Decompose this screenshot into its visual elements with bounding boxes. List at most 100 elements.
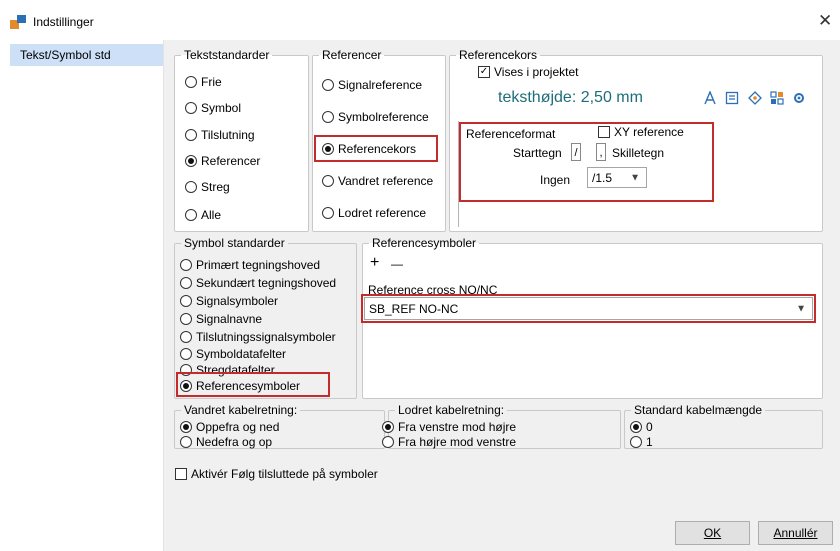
radio-label: Fra venstre mod højre <box>398 420 517 434</box>
app-icon <box>10 15 26 29</box>
radio-icon <box>185 129 197 141</box>
radio-icon <box>180 436 192 448</box>
radio-icon <box>180 313 192 325</box>
skilletegn-input[interactable]: , <box>596 143 606 161</box>
radio-label: Streg <box>201 180 230 194</box>
radio-icon <box>185 209 197 221</box>
checkmark-icon: ✓ <box>478 66 490 78</box>
highlight-box <box>176 372 330 397</box>
radio-icon <box>180 348 192 360</box>
starttegn-input[interactable]: / <box>571 143 581 161</box>
radio-label: Alle <box>201 208 222 222</box>
reference-format-select[interactable]: /1.5 ▼ <box>587 167 647 188</box>
radio-label: Primært tegningshoved <box>196 258 321 272</box>
radio-symbolreference[interactable]: Symbolreference <box>322 110 429 124</box>
radio-kabelmaengde-0[interactable]: 0 <box>630 420 653 434</box>
close-icon[interactable]: ✕ <box>818 11 832 31</box>
vises-checkbox[interactable]: ✓ Vises i projektet <box>478 65 579 79</box>
radio-streg[interactable]: Streg <box>185 180 230 194</box>
highlight-box <box>361 294 816 323</box>
radio-label: Tilslutning <box>201 128 255 142</box>
radio-icon <box>630 421 642 433</box>
radio-label: Signalnavne <box>196 312 263 326</box>
symbol-standarder-legend: Symbol standarder <box>184 236 285 250</box>
radio-label: Sekundært tegningshoved <box>196 276 337 290</box>
select-value: /1.5 <box>592 170 613 185</box>
radio-sekundaert-tegningshoved[interactable]: Sekundært tegningshoved <box>180 276 336 290</box>
ok-button[interactable]: OK <box>675 521 750 545</box>
radio-nedefra-og-op[interactable]: Nedefra og op <box>180 435 272 449</box>
radio-referencer[interactable]: Referencer <box>185 154 260 168</box>
radio-label: Vandret reference <box>338 174 434 188</box>
radio-fra-venstre-mod-hojre[interactable]: Fra venstre mod højre <box>382 420 516 434</box>
text-settings-icon[interactable] <box>792 91 806 105</box>
radio-signalnavne[interactable]: Signalnavne <box>180 312 262 326</box>
radio-vandret-reference[interactable]: Vandret reference <box>322 174 433 188</box>
radio-icon <box>322 207 334 219</box>
radio-icon <box>180 295 192 307</box>
radio-icon <box>185 102 197 114</box>
xy-reference-label: XY reference <box>614 125 684 139</box>
radio-label: Symbol <box>201 101 242 115</box>
radio-oppefra-og-ned[interactable]: Oppefra og ned <box>180 420 279 434</box>
text-layout-icon[interactable] <box>770 91 784 105</box>
xy-reference-checkbox[interactable]: XY reference <box>598 125 684 139</box>
radio-signalsymboler[interactable]: Signalsymboler <box>180 294 278 308</box>
cancel-label: Annullér <box>773 526 818 540</box>
radio-icon <box>180 331 192 343</box>
radio-label: Nedefra og op <box>196 435 273 449</box>
radio-icon <box>180 421 192 433</box>
radio-lodret-reference[interactable]: Lodret reference <box>322 206 426 220</box>
sidebar-item-tekst-symbol-std[interactable]: Tekst/Symbol std <box>10 44 163 66</box>
radio-fra-hojre-mod-venstre[interactable]: Fra højre mod venstre <box>382 435 516 449</box>
text-position-icon[interactable] <box>748 91 762 105</box>
text-height-label: teksthøjde: 2,50 mm <box>498 89 643 106</box>
referencekors-legend: Referencekors <box>459 48 538 62</box>
referenceformat-label: Referenceformat <box>466 127 556 141</box>
checkbox-icon <box>598 126 610 138</box>
radio-label: 0 <box>646 420 653 434</box>
ok-label: OK <box>703 526 722 540</box>
referencer-legend: Referencer <box>322 48 382 62</box>
radio-symbol[interactable]: Symbol <box>185 101 241 115</box>
radio-label: 1 <box>646 435 653 449</box>
radio-alle[interactable]: Alle <box>185 208 221 222</box>
window-title: Indstillinger <box>33 15 94 29</box>
radio-tilslutningssignalsymboler[interactable]: Tilslutningssignalsymboler <box>180 330 336 344</box>
radio-frie[interactable]: Frie <box>185 75 222 89</box>
radio-icon <box>382 436 394 448</box>
radio-label: Symbolreference <box>338 110 429 124</box>
radio-icon <box>185 76 197 88</box>
radio-primaert-tegningshoved[interactable]: Primært tegningshoved <box>180 258 320 272</box>
text-style-icon[interactable] <box>703 91 717 105</box>
vandret-legend: Vandret kabelretning: <box>184 403 298 417</box>
kabelmaengde-legend: Standard kabelmængde <box>634 403 763 417</box>
chevron-down-icon: ▼ <box>630 172 640 183</box>
highlight-box <box>314 135 438 162</box>
radio-icon <box>180 259 192 271</box>
radio-label: Tilslutningssignalsymboler <box>196 330 336 344</box>
remove-icon[interactable]: — <box>391 256 403 272</box>
referencesymboler-legend: Referencesymboler <box>372 236 477 250</box>
aktiver-folg-checkbox[interactable]: Aktivér Følg tilsluttede på symboler <box>175 467 378 481</box>
radio-signalreference[interactable]: Signalreference <box>322 78 422 92</box>
radio-label: Symboldatafelter <box>196 347 287 361</box>
text-frame-icon[interactable] <box>725 91 739 105</box>
radio-symboldatafelter[interactable]: Symboldatafelter <box>180 347 286 361</box>
checkbox-icon <box>175 468 187 480</box>
radio-label: Signalsymboler <box>196 294 279 308</box>
radio-tilslutning[interactable]: Tilslutning <box>185 128 255 142</box>
radio-icon <box>185 181 197 193</box>
radio-kabelmaengde-1[interactable]: 1 <box>630 435 653 449</box>
radio-icon <box>322 175 334 187</box>
starttegn-label: Starttegn <box>513 146 562 160</box>
radio-icon <box>180 277 192 289</box>
radio-label: Frie <box>201 75 222 89</box>
vises-label: Vises i projektet <box>494 65 579 79</box>
add-icon[interactable]: + <box>370 255 379 271</box>
cancel-button[interactable]: Annullér <box>758 521 833 545</box>
radio-label: Signalreference <box>338 78 423 92</box>
ingen-label: Ingen <box>540 173 571 187</box>
radio-icon <box>630 436 642 448</box>
sidebar-item-label: Tekst/Symbol std <box>20 48 111 62</box>
